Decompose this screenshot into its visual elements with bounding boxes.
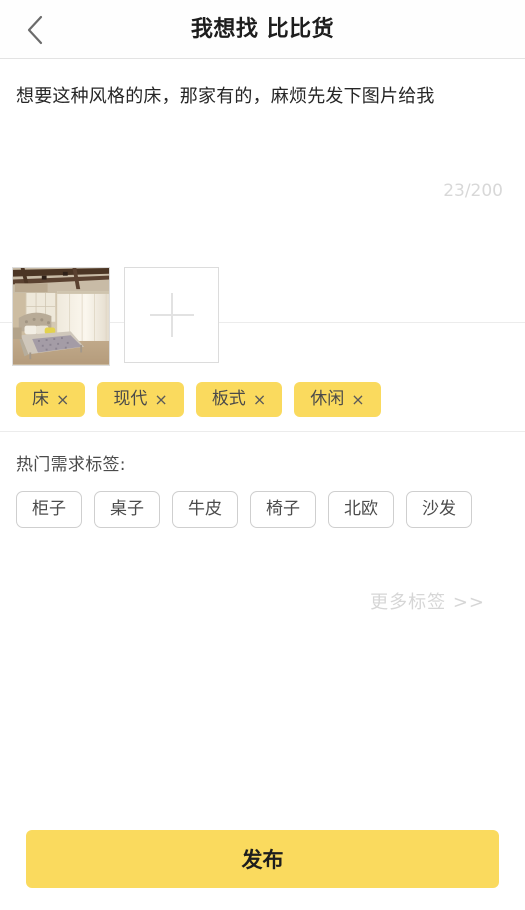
page-title: 我想找 比比货 xyxy=(190,16,335,42)
hot-tag-chip[interactable]: 椅子 xyxy=(250,491,316,528)
selected-tag-label: 休闲 xyxy=(310,389,345,409)
hot-tags-label: 热门需求标签: xyxy=(16,455,126,475)
hot-tag-chip[interactable]: 北欧 xyxy=(328,491,394,528)
app-header: 我想找 比比货 xyxy=(0,0,525,59)
uploaded-image-thumbnail[interactable] xyxy=(12,267,110,366)
app-screen: 我想找 比比货 想要这种风格的床，那家有的，麻烦先发下图片给我 23/200 床… xyxy=(0,0,525,910)
publish-bar: 发布 xyxy=(0,830,525,888)
hot-tags-section: 热门需求标签: 柜子 桌子 牛皮 椅子 北欧 沙发 更多标签 >> xyxy=(0,432,525,628)
selected-tag-label: 板式 xyxy=(211,389,246,409)
more-tags-link[interactable]: 更多标签 >> xyxy=(16,528,509,614)
publish-button[interactable]: 发布 xyxy=(26,830,499,888)
selected-tag-chip[interactable]: 现代 × xyxy=(97,382,184,417)
remove-tag-icon[interactable]: × xyxy=(56,391,69,408)
add-image-button[interactable] xyxy=(124,267,219,363)
hot-tag-chip[interactable]: 沙发 xyxy=(406,491,472,528)
character-counter: 23/200 xyxy=(443,181,503,201)
chevron-left-icon xyxy=(27,15,43,44)
selected-tag-chip[interactable]: 休闲 × xyxy=(294,382,381,417)
bedroom-photo xyxy=(13,268,109,364)
selected-tag-label: 现代 xyxy=(113,389,148,409)
selected-tags-list: 床 × 现代 × 板式 × 休闲 × xyxy=(16,382,509,417)
remove-tag-icon[interactable]: × xyxy=(253,391,266,408)
compose-area: 想要这种风格的床，那家有的，麻烦先发下图片给我 23/200 xyxy=(0,59,525,366)
selected-tag-label: 床 xyxy=(32,389,49,409)
back-button[interactable] xyxy=(8,0,62,59)
selected-tag-chip[interactable]: 板式 × xyxy=(195,382,283,417)
remove-tag-icon[interactable]: × xyxy=(154,391,167,408)
hot-tags-list: 柜子 桌子 牛皮 椅子 北欧 沙发 xyxy=(16,491,509,528)
hot-tag-chip[interactable]: 柜子 xyxy=(16,491,82,528)
selected-tag-chip[interactable]: 床 × xyxy=(16,382,86,417)
hot-tag-chip[interactable]: 桌子 xyxy=(94,491,160,528)
hot-tag-chip[interactable]: 牛皮 xyxy=(172,491,238,528)
image-upload-row xyxy=(12,267,219,366)
remove-tag-icon[interactable]: × xyxy=(351,391,364,408)
description-input[interactable]: 想要这种风格的床，那家有的，麻烦先发下图片给我 xyxy=(16,83,509,110)
